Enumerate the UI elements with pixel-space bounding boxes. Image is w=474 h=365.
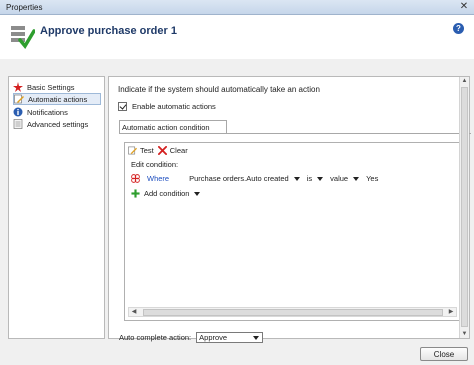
auto-complete-row: Auto complete action: Approve (119, 332, 264, 343)
nav-item-label: Automatic actions (28, 94, 88, 104)
condition-operator[interactable]: is (307, 174, 312, 183)
add-condition-dropdown-icon[interactable] (194, 191, 201, 196)
condition-value[interactable]: Yes (366, 174, 378, 183)
nav-item-notifications[interactable]: Notifications (13, 106, 101, 118)
settings-nav: Basic Settings Automatic actions Notific… (8, 76, 105, 339)
condition-row: Where Purchase orders.Auto created is va… (131, 174, 378, 183)
red-star-icon (13, 82, 23, 92)
window-close-icon[interactable]: ✕ (458, 1, 470, 13)
enable-checkbox[interactable] (118, 102, 127, 111)
pencil-icon (14, 94, 24, 104)
test-button[interactable]: Test (128, 146, 154, 155)
plus-icon (131, 189, 140, 198)
horizontal-scroll-thumb[interactable] (143, 309, 443, 316)
chevron-down-icon (253, 336, 260, 340)
enable-automatic-actions-row[interactable]: Enable automatic actions (118, 102, 216, 111)
document-icon (13, 119, 23, 129)
scroll-left-icon[interactable]: ◀ (129, 308, 139, 316)
condition-value-type[interactable]: value (330, 174, 348, 183)
clear-label: Clear (169, 146, 188, 155)
window-title: Properties (6, 3, 43, 12)
auto-complete-value: Approve (199, 333, 228, 342)
horizontal-scrollbar[interactable]: ◀ ▶ (128, 307, 457, 317)
nav-item-basic-settings[interactable]: Basic Settings (13, 81, 101, 93)
nav-item-label: Basic Settings (27, 82, 75, 92)
test-icon (128, 146, 137, 155)
scroll-right-icon[interactable]: ▶ (446, 308, 456, 316)
where-link[interactable]: Where (147, 174, 169, 183)
nav-item-advanced-settings[interactable]: Advanced settings (13, 118, 101, 130)
edit-condition-label: Edit condition: (131, 160, 179, 169)
page-title: Approve purchase order 1 (40, 25, 177, 37)
clear-icon (157, 146, 167, 155)
test-label: Test (140, 146, 154, 155)
auto-complete-select[interactable]: Approve (196, 332, 264, 343)
scroll-up-icon[interactable]: ▲ (460, 77, 469, 85)
approval-step-icon (11, 26, 35, 49)
tab-automatic-action-condition[interactable]: Automatic action condition (119, 120, 227, 134)
condition-toolbar: Test Clear (128, 146, 188, 155)
instruction-text: Indicate if the system should automatica… (118, 85, 320, 94)
help-icon[interactable]: ? (453, 23, 464, 34)
clear-button[interactable]: Clear (157, 146, 188, 155)
operator-dropdown-icon[interactable] (317, 176, 324, 181)
add-condition-label: Add condition (144, 189, 190, 198)
auto-complete-label: Auto complete action: (119, 333, 192, 342)
nav-item-automatic-actions[interactable]: Automatic actions (13, 93, 101, 105)
title-bar: Properties ✕ (0, 0, 474, 15)
field-dropdown-icon[interactable] (293, 176, 300, 181)
condition-tab-panel: Test Clear Edit condition: Where Purchas… (119, 133, 471, 326)
automatic-actions-panel: Indicate if the system should automatica… (108, 76, 471, 343)
dialog-header: Approve purchase order 1 ? (0, 15, 474, 59)
value-type-dropdown-icon[interactable] (353, 176, 360, 181)
vertical-scroll-thumb[interactable] (461, 87, 468, 327)
add-condition-button[interactable]: Add condition (131, 189, 207, 198)
delete-condition-icon[interactable] (131, 174, 140, 183)
enable-label: Enable automatic actions (132, 102, 216, 111)
vertical-scrollbar[interactable]: ▲ ▼ (459, 77, 469, 338)
scroll-down-icon[interactable]: ▼ (460, 330, 469, 338)
nav-item-label: Advanced settings (27, 119, 89, 129)
nav-item-label: Notifications (27, 107, 68, 117)
info-icon (13, 107, 23, 117)
close-button[interactable]: Close (420, 347, 468, 361)
condition-editor: Test Clear Edit condition: Where Purchas… (124, 142, 461, 321)
condition-field[interactable]: Purchase orders.Auto created (189, 174, 289, 183)
